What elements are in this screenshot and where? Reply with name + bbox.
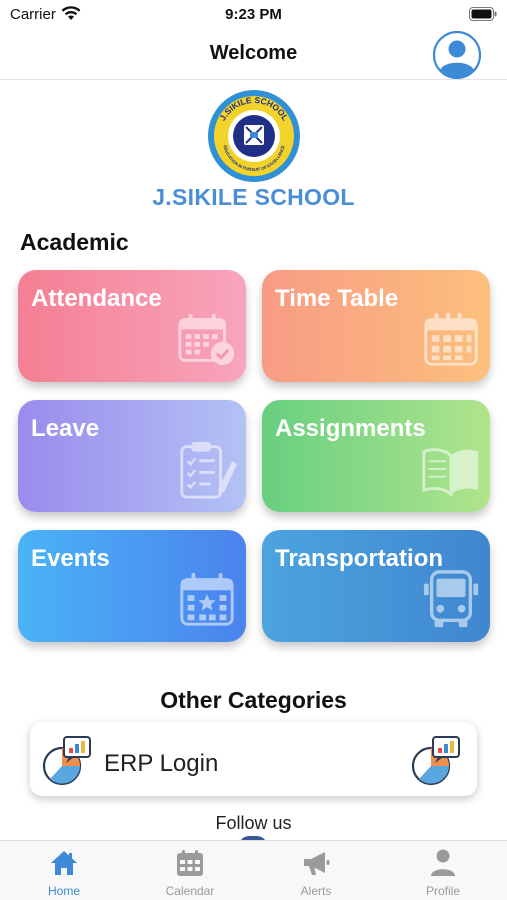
tab-alerts[interactable]: Alerts	[253, 841, 379, 900]
follow-us-label: Follow us	[215, 813, 292, 833]
clock-time: 9:23 PM	[225, 6, 282, 23]
calendar-check-icon	[178, 313, 235, 366]
logo-banner-text: INTO LIGHT	[244, 150, 265, 154]
calendar-star-icon	[180, 572, 234, 626]
academic-section-title: Academic	[20, 229, 129, 255]
person-icon	[431, 849, 455, 876]
calendar-grid-icon	[424, 312, 478, 366]
tile-label: Transportation	[275, 545, 444, 572]
tile-label: Attendance	[31, 285, 162, 312]
school-logo: J.SIKILE SCHOOL EDUCATION IN PURSUIT OF …	[208, 90, 300, 182]
erp-login-label: ERP Login	[104, 750, 219, 777]
tab-label: Alerts	[300, 884, 332, 898]
battery-icon	[469, 7, 497, 21]
user-avatar-icon[interactable]	[432, 31, 482, 79]
leave-tile[interactable]: Leave	[18, 400, 246, 512]
navigation-bar: Welcome	[0, 30, 507, 80]
calendar-icon	[177, 850, 203, 876]
tile-label: Time Table	[275, 285, 399, 312]
tile-label: Leave	[31, 415, 100, 442]
time-table-tile[interactable]: Time Table	[262, 270, 490, 382]
tab-profile[interactable]: Profile	[380, 841, 506, 900]
transportation-tile[interactable]: Transportation	[262, 530, 490, 642]
analytics-chat-icon	[411, 736, 460, 786]
tab-label: Calendar	[165, 884, 215, 898]
erp-login-card[interactable]: ERP Login	[30, 722, 477, 796]
tab-label: Profile	[425, 884, 460, 898]
tab-label: Home	[47, 884, 80, 898]
other-categories-title: Other Categories	[160, 687, 347, 713]
status-bar: Carrier 9:23 PM	[0, 0, 507, 30]
home-icon	[51, 851, 77, 875]
events-tile[interactable]: Events	[18, 530, 246, 642]
tile-label: Assignments	[275, 415, 426, 442]
open-book-icon	[422, 448, 479, 498]
analytics-chat-icon	[42, 736, 91, 786]
tab-bar: Home Calendar Alerts Profile	[0, 840, 507, 900]
clipboard-checklist-icon	[180, 441, 238, 499]
tile-label: Events	[31, 545, 110, 572]
megaphone-icon	[304, 852, 330, 875]
page-title: Welcome	[209, 42, 298, 64]
tab-home[interactable]: Home	[1, 841, 127, 900]
assignments-tile[interactable]: Assignments	[262, 400, 490, 512]
bus-icon	[423, 570, 479, 628]
school-name: J.SIKILE SCHOOL	[152, 184, 355, 210]
tab-calendar[interactable]: Calendar	[127, 841, 253, 900]
attendance-tile[interactable]: Attendance	[18, 270, 246, 382]
